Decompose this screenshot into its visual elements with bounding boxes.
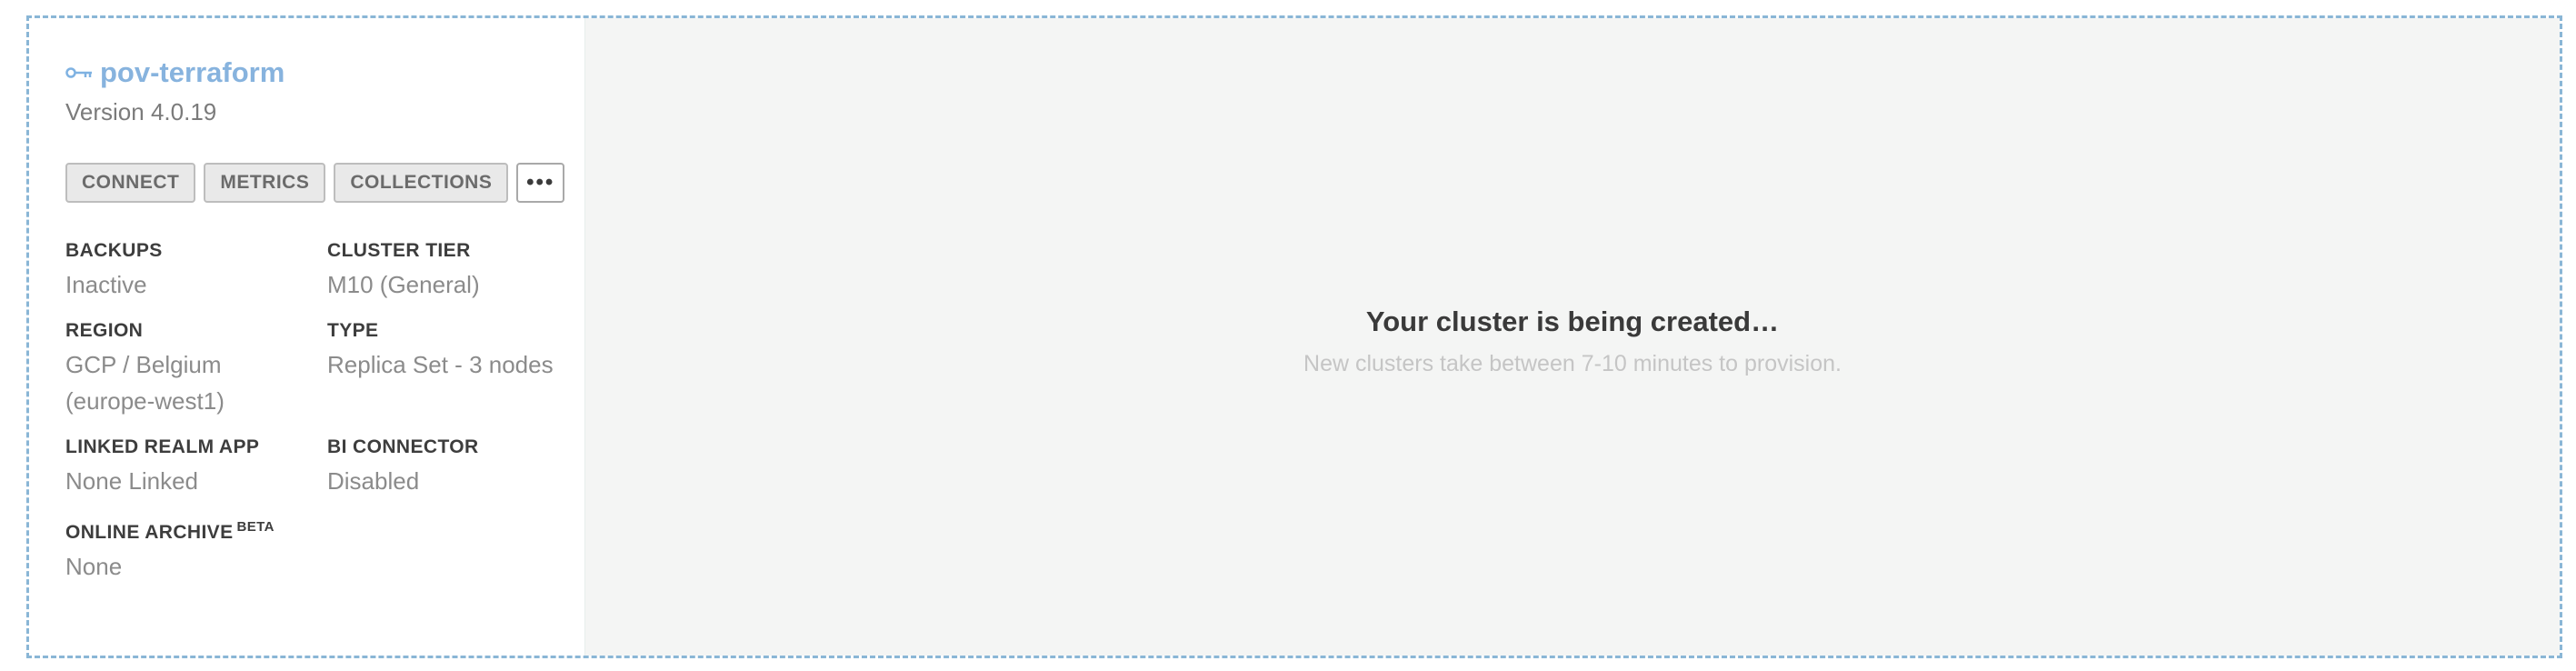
online-archive-label: ONLINE ARCHIVE bbox=[65, 522, 234, 543]
region-label: REGION bbox=[65, 320, 144, 341]
creating-title: Your cluster is being created… bbox=[1365, 305, 1780, 337]
creating-subtitle: New clusters take between 7-10 minutes t… bbox=[1303, 351, 1842, 376]
key-icon bbox=[65, 66, 93, 79]
backups-value: Inactive bbox=[65, 271, 147, 298]
type-label: TYPE bbox=[327, 320, 379, 341]
cluster-version: Version 4.0.19 bbox=[65, 98, 217, 125]
bi-connector-info: BI CONNECTOR Disabled bbox=[327, 436, 564, 499]
bi-connector-label: BI CONNECTOR bbox=[327, 436, 479, 457]
cluster-tier-label: CLUSTER TIER bbox=[327, 240, 471, 261]
cluster-header: pov-terraform bbox=[65, 55, 564, 91]
bi-connector-value: Disabled bbox=[327, 467, 420, 495]
region-info: REGION GCP / Belgium (europe-west1) bbox=[65, 319, 327, 419]
cluster-details-panel: pov-terraform Version 4.0.19 CONNECT MET… bbox=[29, 18, 585, 656]
backups-label: BACKUPS bbox=[65, 240, 163, 261]
cluster-card: pov-terraform Version 4.0.19 CONNECT MET… bbox=[26, 15, 2562, 658]
online-archive-value: None bbox=[65, 553, 123, 580]
cluster-name-link[interactable]: pov-terraform bbox=[100, 56, 285, 89]
type-info: TYPE Replica Set - 3 nodes bbox=[327, 319, 564, 419]
linked-realm-app-info: LINKED REALM APP None Linked bbox=[65, 436, 327, 499]
cluster-info-grid: BACKUPS Inactive CLUSTER TIER M10 (Gener… bbox=[65, 239, 564, 585]
metrics-button[interactable]: METRICS bbox=[204, 163, 326, 203]
region-value: GCP / Belgium (europe-west1) bbox=[65, 351, 225, 415]
cluster-tier-value: M10 (General) bbox=[327, 271, 480, 298]
connect-button[interactable]: CONNECT bbox=[65, 163, 196, 203]
cluster-tier-info: CLUSTER TIER M10 (General) bbox=[327, 239, 564, 303]
cluster-actions: CONNECT METRICS COLLECTIONS ••• bbox=[65, 163, 564, 203]
linked-realm-app-value: None Linked bbox=[65, 467, 198, 495]
online-archive-label-row: ONLINE ARCHIVE BETA bbox=[65, 516, 327, 545]
online-archive-info: ONLINE ARCHIVE BETA None bbox=[65, 516, 327, 585]
cluster-status-panel: Your cluster is being created… New clust… bbox=[585, 18, 2560, 656]
backups-info: BACKUPS Inactive bbox=[65, 239, 327, 303]
linked-realm-app-label: LINKED REALM APP bbox=[65, 436, 260, 457]
collections-button[interactable]: COLLECTIONS bbox=[334, 163, 509, 203]
more-options-button[interactable]: ••• bbox=[516, 163, 564, 203]
type-value: Replica Set - 3 nodes bbox=[327, 351, 554, 378]
beta-badge: BETA bbox=[236, 519, 275, 535]
